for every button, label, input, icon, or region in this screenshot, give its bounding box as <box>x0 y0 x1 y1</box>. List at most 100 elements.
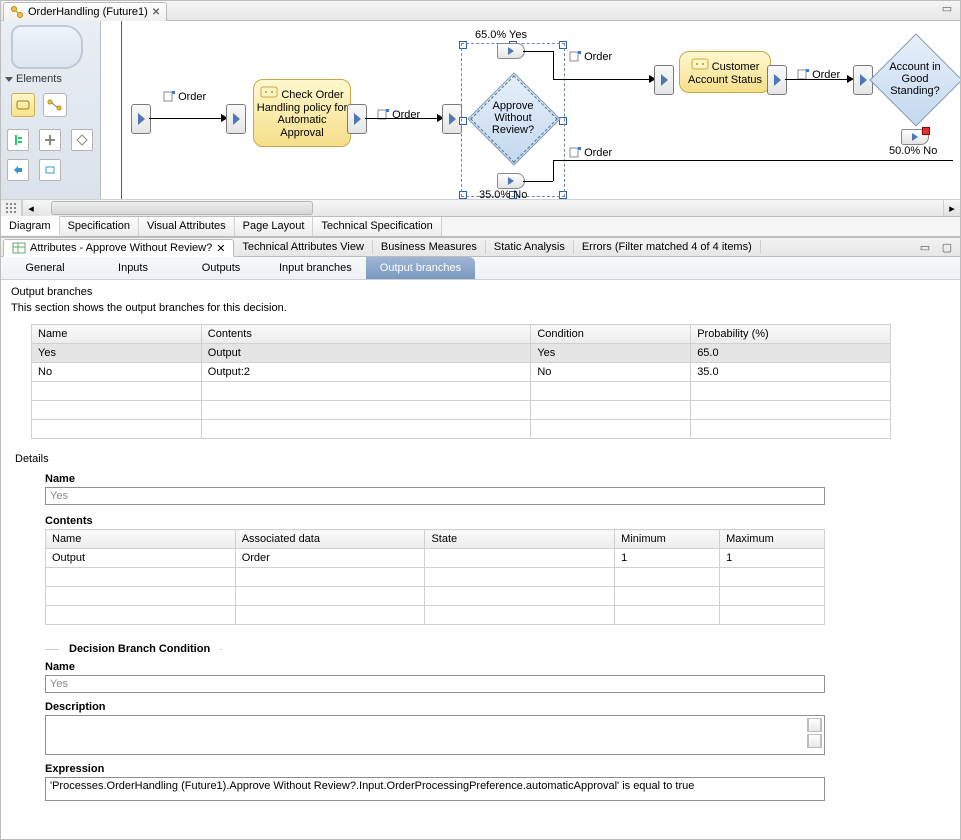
spinner-down-icon[interactable] <box>807 734 822 748</box>
mini-tool-5[interactable] <box>39 159 61 181</box>
cell: Yes <box>32 344 202 363</box>
decision-label: Approve Without Review? <box>478 100 548 136</box>
diagram-canvas[interactable]: Order Check Order Handling policy for Au… <box>101 21 960 199</box>
editor-tabbar: OrderHandling (Future1) ✕ ▭ <box>1 1 960 21</box>
cell: Output:2 <box>201 363 531 382</box>
contents-table[interactable]: Name Associated data State Minimum Maxim… <box>45 529 825 625</box>
task-check-order[interactable]: Check Order Handling policy for Automati… <box>253 79 351 147</box>
edge <box>553 160 554 181</box>
decision-account-good-standing[interactable]: Account in Good Standing? <box>883 47 947 111</box>
maximize-icon[interactable]: ▭ <box>938 1 956 15</box>
spinner-buttons[interactable] <box>807 718 822 748</box>
view-tab-attributes[interactable]: Attributes - Approve Without Review? ✕ <box>3 239 234 257</box>
dbc-expression-field[interactable]: 'Processes.OrderHandling (Future1).Appro… <box>45 777 825 801</box>
view-tab-technical-attributes[interactable]: Technical Attributes View <box>234 240 372 254</box>
table-row[interactable] <box>46 568 825 587</box>
col-probability[interactable]: Probability (%) <box>691 325 891 344</box>
output-branches-table[interactable]: Name Contents Condition Probability (%) … <box>31 324 891 439</box>
cell: No <box>531 363 691 382</box>
task-tool[interactable] <box>11 93 35 117</box>
col-condition[interactable]: Condition <box>531 325 691 344</box>
hscrollbar[interactable]: ◂ ▸ <box>1 199 960 216</box>
mini-tool-1[interactable] <box>7 129 29 151</box>
minimize-icon[interactable]: ▭ <box>916 240 934 254</box>
cell: Output <box>201 344 531 363</box>
branch-pin-no[interactable] <box>901 129 929 145</box>
grid-icon[interactable] <box>1 200 22 216</box>
tab-technical-specification[interactable]: Technical Specification <box>313 217 441 236</box>
editor-tab-label: OrderHandling (Future1) <box>28 6 148 18</box>
table-row[interactable] <box>32 401 891 420</box>
task-out-pin[interactable] <box>347 104 367 134</box>
task-out-pin[interactable] <box>767 65 787 95</box>
close-icon[interactable]: ✕ <box>152 7 160 18</box>
attr-subtabs: General Inputs Outputs Input branches Ou… <box>1 257 960 280</box>
decision-diamond[interactable]: Approve Without Review? <box>481 86 545 150</box>
table-row[interactable] <box>46 587 825 606</box>
input-pin[interactable] <box>131 104 151 134</box>
dbc-description-field[interactable] <box>45 715 825 755</box>
task-customer-account-status[interactable]: Customer Account Status <box>679 51 771 93</box>
branch-pin-yes[interactable] <box>497 43 525 59</box>
tab-diagram[interactable]: Diagram <box>1 216 60 235</box>
editor-toolbar: ▭ <box>938 1 960 15</box>
view-tab-business-measures[interactable]: Business Measures <box>373 240 486 254</box>
maximize-icon[interactable]: ▢ <box>938 240 956 254</box>
table-row[interactable]: Output Order 1 1 <box>46 549 825 568</box>
mini-tool-2[interactable] <box>39 129 61 151</box>
scroll-left-icon[interactable]: ◂ <box>22 200 39 216</box>
table-row[interactable]: Yes Output Yes 65.0 <box>32 344 891 363</box>
dbc-expression-label: Expression <box>45 763 950 775</box>
editor-tab-orderhandling[interactable]: OrderHandling (Future1) ✕ <box>3 2 167 21</box>
subtab-output-branches[interactable]: Output branches <box>366 257 475 279</box>
data-label: Order <box>569 51 612 63</box>
decision-label: Account in Good Standing? <box>880 61 950 97</box>
branch-label-no: 50.0% No <box>889 145 937 157</box>
spinner-up-icon[interactable] <box>807 718 822 732</box>
table-row[interactable]: No Output:2 No 35.0 <box>32 363 891 382</box>
col-associated-data[interactable]: Associated data <box>235 530 425 549</box>
col-state[interactable]: State <box>425 530 615 549</box>
view-tab-label: Attributes - Approve Without Review? <box>30 242 212 254</box>
col-contents[interactable]: Contents <box>201 325 531 344</box>
tab-page-layout[interactable]: Page Layout <box>235 217 314 236</box>
mini-tool-4[interactable] <box>7 159 29 181</box>
subtab-outputs[interactable]: Outputs <box>177 257 265 279</box>
subtab-input-branches[interactable]: Input branches <box>265 257 366 279</box>
table-row[interactable] <box>46 606 825 625</box>
section-help: This section shows the output branches f… <box>11 302 950 314</box>
task-in-pin[interactable] <box>654 65 674 95</box>
textarea-content: 'Processes.OrderHandling (Future1).Appro… <box>50 780 694 792</box>
col-name[interactable]: Name <box>32 325 202 344</box>
contents-label: Contents <box>45 515 950 527</box>
scroll-right-icon[interactable]: ▸ <box>943 200 960 216</box>
subtab-inputs[interactable]: Inputs <box>89 257 177 279</box>
edge <box>553 160 953 161</box>
data-label: Order <box>377 109 420 121</box>
tab-specification[interactable]: Specification <box>60 217 139 236</box>
tab-visual-attributes[interactable]: Visual Attributes <box>139 217 235 236</box>
dbc-name-field[interactable] <box>45 675 825 693</box>
cell: Output <box>46 549 236 568</box>
scroll-track[interactable] <box>39 200 943 216</box>
flow-tool[interactable] <box>43 93 67 117</box>
table-header-row: Name Associated data State Minimum Maxim… <box>46 530 825 549</box>
table-row[interactable] <box>32 420 891 439</box>
subtab-general[interactable]: General <box>1 257 89 279</box>
view-tab-static-analysis[interactable]: Static Analysis <box>486 240 574 254</box>
branch-pin-no[interactable] <box>497 173 525 189</box>
scroll-thumb[interactable] <box>51 201 313 215</box>
task-in-pin[interactable] <box>226 104 246 134</box>
branch-label-no: 35.0% No <box>479 189 527 199</box>
view-tab-errors[interactable]: Errors (Filter matched 4 of 4 items) <box>574 240 761 254</box>
col-name[interactable]: Name <box>46 530 236 549</box>
mini-tool-3[interactable] <box>71 129 93 151</box>
name-field[interactable] <box>45 487 825 505</box>
decision-branch-condition-section: Decision Branch Condition <box>45 643 950 655</box>
palette-section-header[interactable]: Elements <box>5 73 96 85</box>
diagram-editor: Elements <box>1 21 960 237</box>
table-row[interactable] <box>32 382 891 401</box>
close-icon[interactable]: ✕ <box>216 242 225 255</box>
col-minimum[interactable]: Minimum <box>615 530 720 549</box>
col-maximum[interactable]: Maximum <box>720 530 825 549</box>
